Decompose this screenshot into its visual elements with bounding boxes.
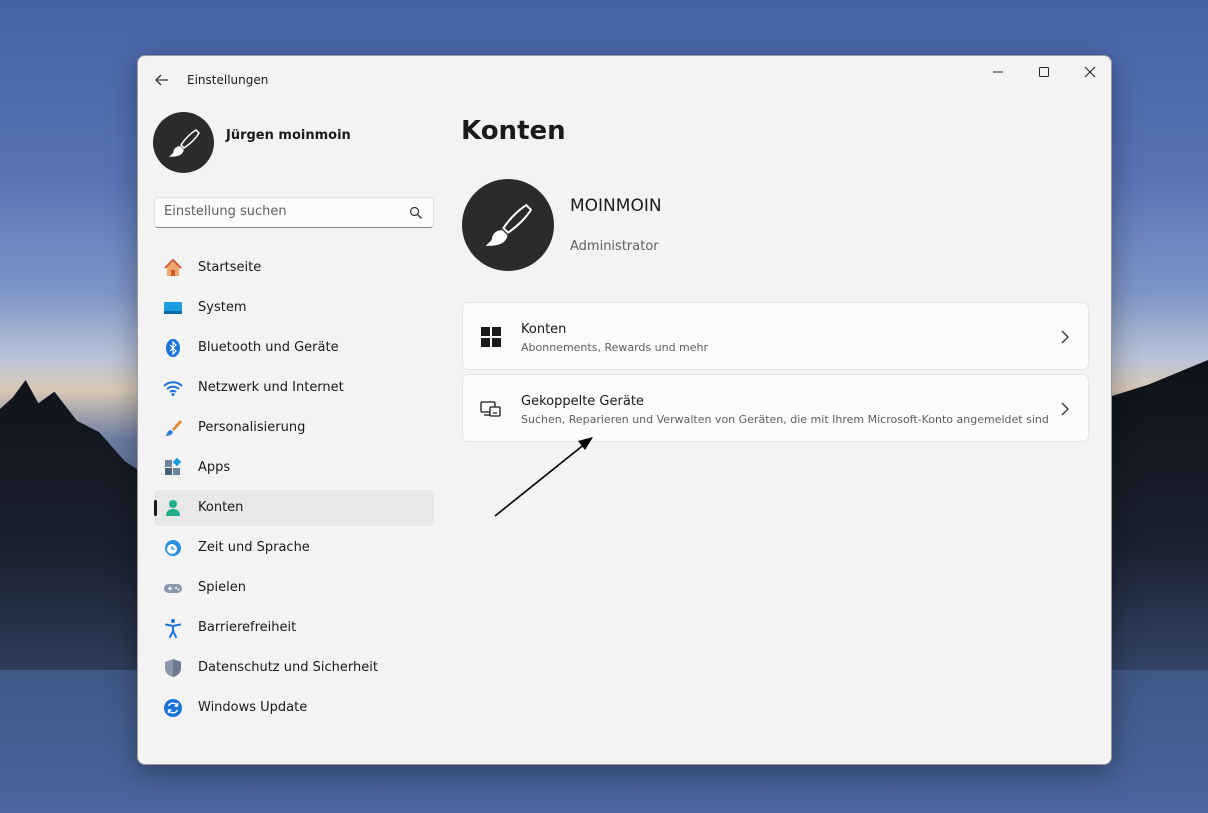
accessibility-icon <box>165 619 181 638</box>
clock-globe-icon <box>165 540 181 556</box>
maximize-button[interactable] <box>1021 56 1067 88</box>
sidebar-item-system[interactable]: System <box>154 290 434 326</box>
update-icon <box>164 699 182 717</box>
close-icon <box>1084 66 1096 78</box>
system-icon <box>164 302 182 314</box>
card-subtitle: Abonnements, Rewards und mehr <box>521 341 709 354</box>
card-title: Konten <box>521 322 567 337</box>
settings-window: Einstellungen Jürgen moinmoin Startseite… <box>137 55 1112 765</box>
sidebar-item-zeit[interactable]: Zeit und Sprache <box>154 530 434 566</box>
sidebar-item-label: Apps <box>198 460 231 475</box>
account-name: MOINMOIN <box>570 196 662 216</box>
person-icon <box>166 500 180 516</box>
maximize-icon <box>1039 67 1049 77</box>
profile-avatar[interactable] <box>153 112 214 173</box>
minimize-icon <box>993 71 1003 73</box>
sidebar-item-apps[interactable]: Apps <box>154 450 434 486</box>
sidebar-item-spielen[interactable]: Spielen <box>154 570 434 606</box>
background-hill-left <box>0 380 160 670</box>
sidebar-item-label: System <box>198 300 247 315</box>
background-hill-right <box>1108 360 1208 670</box>
search-icon[interactable] <box>409 206 423 220</box>
sidebar-item-label: Spielen <box>198 580 246 595</box>
sidebar-item-label: Bluetooth und Geräte <box>198 340 339 355</box>
sidebar-item-label: Zeit und Sprache <box>198 540 310 555</box>
annotation-arrow-icon <box>494 437 593 517</box>
account-avatar <box>462 179 554 271</box>
sidebar-item-label: Windows Update <box>198 700 308 715</box>
wifi-icon <box>163 381 183 396</box>
sidebar-item-startseite[interactable]: Startseite <box>154 250 434 286</box>
linked-devices-icon <box>480 401 501 417</box>
card-title: Gekoppelte Geräte <box>521 394 644 409</box>
card-konten[interactable]: Konten Abonnements, Rewards und mehr <box>462 302 1089 370</box>
sidebar-item-konten[interactable]: Konten <box>154 490 434 526</box>
chevron-right-icon <box>1061 330 1069 344</box>
bluetooth-icon <box>166 339 180 357</box>
windows-logo-icon <box>481 327 501 347</box>
sidebar-item-personalisierung[interactable]: Personalisierung <box>154 410 434 446</box>
sidebar-item-netzwerk[interactable]: Netzwerk und Internet <box>154 370 434 406</box>
sidebar-item-bluetooth[interactable]: Bluetooth und Geräte <box>154 330 434 366</box>
profile-name: Jürgen moinmoin <box>226 128 351 143</box>
sidebar-item-windows-update[interactable]: Windows Update <box>154 690 434 726</box>
sidebar-item-label: Konten <box>198 500 244 515</box>
search-box[interactable] <box>154 197 434 228</box>
sidebar-item-label: Barrierefreiheit <box>198 620 297 635</box>
gamepad-icon <box>164 584 182 593</box>
brush-icon <box>166 420 182 436</box>
card-subtitle: Suchen, Reparieren und Verwalten von Ger… <box>521 413 1049 426</box>
chevron-right-icon <box>1061 402 1069 416</box>
sidebar-nav: Startseite System Bluetooth und Geräte N… <box>154 250 434 730</box>
apps-icon <box>165 458 182 475</box>
minimize-button[interactable] <box>975 56 1021 88</box>
sidebar-item-label: Startseite <box>198 260 262 275</box>
paintbrush-icon <box>485 203 533 246</box>
back-button[interactable] <box>152 70 172 90</box>
back-arrow-icon <box>155 74 168 86</box>
search-input[interactable] <box>164 204 394 219</box>
app-title: Einstellungen <box>187 73 269 87</box>
page-title: Konten <box>461 116 566 146</box>
sidebar-item-datenschutz[interactable]: Datenschutz und Sicherheit <box>154 650 434 686</box>
title-bar: Einstellungen <box>138 56 1111 104</box>
sidebar-item-label: Personalisierung <box>198 420 306 435</box>
sidebar-item-barrierefreiheit[interactable]: Barrierefreiheit <box>154 610 434 646</box>
shield-icon <box>165 659 181 677</box>
home-icon <box>164 258 182 276</box>
account-role: Administrator <box>570 239 659 254</box>
close-button[interactable] <box>1067 56 1111 88</box>
sidebar-item-label: Netzwerk und Internet <box>198 380 344 395</box>
sidebar-item-label: Datenschutz und Sicherheit <box>198 660 378 675</box>
paintbrush-icon <box>168 128 200 157</box>
